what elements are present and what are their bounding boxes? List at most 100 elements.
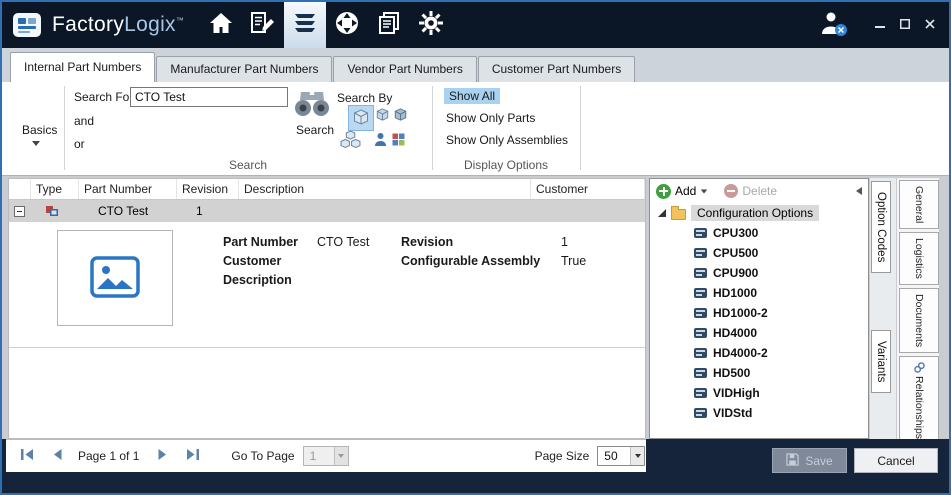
- tab-vendor-part-numbers[interactable]: Vendor Part Numbers: [333, 56, 476, 82]
- tree-expander-icon[interactable]: [658, 209, 666, 217]
- delete-button-label: Delete: [742, 184, 777, 198]
- basics-dropdown[interactable]: Basics: [22, 123, 57, 137]
- tab-manufacturer-part-numbers[interactable]: Manufacturer Part Numbers: [156, 56, 332, 82]
- logoff-user-button[interactable]: [810, 2, 852, 48]
- search-by-vendor-cube-toggle[interactable]: [394, 108, 407, 124]
- search-for-input[interactable]: [130, 87, 288, 107]
- search-by-assembly-toggle[interactable]: [340, 130, 361, 153]
- worksheet-button[interactable]: [242, 2, 284, 48]
- app-title: FactoryLogix™: [52, 13, 184, 37]
- titlebar-controls: [810, 2, 949, 48]
- save-button[interactable]: Save: [772, 448, 847, 473]
- page-count-text: Page 1 of 1: [78, 449, 139, 463]
- tab-variants[interactable]: Variants: [871, 330, 891, 393]
- tree-item-label: HD500: [713, 366, 750, 380]
- collapse-panel-arrow-icon[interactable]: [856, 187, 862, 195]
- minimize-button[interactable]: [869, 14, 891, 36]
- tab-documents[interactable]: Documents: [899, 288, 939, 353]
- tree-item-cpu500[interactable]: CPU500: [650, 243, 868, 263]
- configuration-options-panel: Add Delete Configuration Options CPU300 …: [649, 178, 869, 439]
- first-page-button[interactable]: [18, 448, 36, 464]
- vendor-cube-icon: [394, 108, 407, 124]
- search-button[interactable]: [294, 86, 330, 121]
- parts-icon: [292, 10, 318, 41]
- tab-customer-part-numbers[interactable]: Customer Part Numbers: [478, 56, 635, 82]
- customer-column-header[interactable]: Customer: [531, 179, 645, 199]
- page-size-select[interactable]: 50: [597, 446, 645, 466]
- maximize-icon: [900, 16, 910, 34]
- page-size-dropdown-button[interactable]: [630, 447, 644, 465]
- distribution-button[interactable]: [326, 2, 368, 48]
- tree-item-vidhigh[interactable]: VIDHigh: [650, 383, 868, 403]
- documents-button[interactable]: [368, 2, 410, 48]
- tree-item-label: VIDHigh: [713, 386, 760, 400]
- revision-column-header[interactable]: Revision: [177, 179, 239, 199]
- type-column-header[interactable]: Type: [31, 179, 79, 199]
- tab-logistics[interactable]: Logistics: [899, 232, 939, 285]
- part-image-placeholder[interactable]: [57, 230, 173, 326]
- distribution-icon: [334, 10, 360, 41]
- factorylogix-window: FactoryLogix™ Internal Part Numbers Manu…: [0, 0, 951, 495]
- tree-item-cpu300[interactable]: CPU300: [650, 223, 868, 243]
- tree-item-hd1000-2[interactable]: HD1000-2: [650, 303, 868, 323]
- page-size-value: 50: [598, 449, 630, 463]
- part-number-column-header[interactable]: Part Number: [79, 179, 177, 199]
- last-page-button[interactable]: [183, 448, 201, 464]
- tree-item-hd4000-2[interactable]: HD4000-2: [650, 343, 868, 363]
- part-number-tabstrip: Internal Part Numbers Manufacturer Part …: [2, 48, 949, 82]
- description-column-header[interactable]: Description: [239, 179, 531, 199]
- delete-button[interactable]: Delete: [724, 184, 777, 198]
- search-by-part-toggle[interactable]: [348, 105, 374, 131]
- go-to-page-dropdown-button[interactable]: [334, 447, 348, 465]
- chevron-down-icon: [338, 454, 344, 458]
- delete-minus-icon: [724, 184, 738, 198]
- tab-documents-label: Documents: [913, 294, 925, 347]
- option-code-chip-icon: [694, 368, 707, 378]
- tree-root-label: Configuration Options: [691, 205, 819, 221]
- tree-item-vidstd[interactable]: VIDStd: [650, 403, 868, 423]
- inner-vertical-tabstrip: Option Codes Variants: [870, 178, 896, 439]
- tab-relationships[interactable]: Relationships: [899, 356, 939, 439]
- close-button[interactable]: [919, 14, 941, 36]
- home-button[interactable]: [200, 2, 242, 48]
- maximize-button[interactable]: [894, 14, 916, 36]
- search-by-customer-toggle[interactable]: [374, 132, 387, 150]
- option-code-chip-icon: [694, 388, 707, 398]
- previous-page-button[interactable]: [48, 448, 66, 464]
- tree-root-row[interactable]: Configuration Options: [650, 203, 868, 223]
- tab-general[interactable]: General: [899, 180, 939, 229]
- show-only-parts-option[interactable]: Show Only Parts: [446, 111, 535, 125]
- tab-internal-part-numbers[interactable]: Internal Part Numbers: [10, 52, 155, 82]
- part-number-cell: CTO Test: [93, 204, 191, 218]
- trademark: ™: [176, 16, 184, 25]
- tree-item-label: CPU900: [713, 266, 758, 280]
- add-button[interactable]: Add: [656, 184, 708, 199]
- chevron-down-icon: [635, 454, 641, 458]
- table-row[interactable]: CTO Test 1: [9, 200, 645, 222]
- next-page-button[interactable]: [153, 448, 171, 464]
- tree-item-hd1000[interactable]: HD1000: [650, 283, 868, 303]
- search-by-vendor-grid-toggle[interactable]: [392, 133, 405, 149]
- add-caret-icon: [701, 189, 707, 193]
- show-only-assemblies-option[interactable]: Show Only Assemblies: [446, 133, 568, 147]
- search-by-label: Search By: [337, 91, 392, 105]
- previous-page-icon: [52, 448, 63, 464]
- cancel-button[interactable]: Cancel: [854, 448, 938, 473]
- save-floppy-icon: [786, 453, 799, 469]
- app-title-primary: Factory: [52, 13, 124, 36]
- settings-button[interactable]: [410, 2, 452, 48]
- search-by-manufacturer-toggle[interactable]: [376, 108, 389, 124]
- titlebar-nav: [200, 2, 452, 48]
- basics-caret-icon[interactable]: [32, 141, 40, 146]
- collapse-row-button[interactable]: [14, 206, 25, 217]
- tree-item-hd500[interactable]: HD500: [650, 363, 868, 383]
- parts-button[interactable]: [284, 2, 326, 48]
- tree-item-cpu900[interactable]: CPU900: [650, 263, 868, 283]
- tree-item-hd4000[interactable]: HD4000: [650, 323, 868, 343]
- show-all-option[interactable]: Show All: [444, 88, 500, 104]
- tab-option-codes[interactable]: Option Codes: [871, 181, 891, 273]
- customer-person-icon: [374, 132, 387, 150]
- add-plus-icon: [656, 184, 671, 199]
- go-to-page-input[interactable]: 1: [303, 446, 349, 466]
- detail-revision-value: 1: [561, 235, 568, 249]
